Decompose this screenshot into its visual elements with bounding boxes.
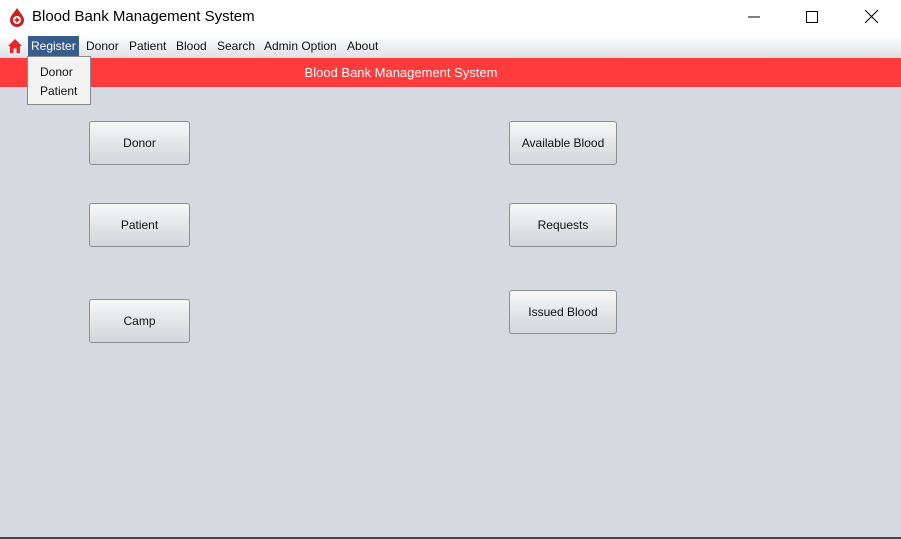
menu-register[interactable]: Register — [28, 36, 79, 56]
register-dropdown-menu: Donor Patient — [27, 56, 91, 105]
minimize-button[interactable] — [731, 0, 777, 33]
menu-about[interactable]: About — [344, 36, 381, 56]
header-banner: Blood Bank Management System — [0, 58, 901, 87]
home-icon[interactable] — [7, 38, 23, 54]
blood-drop-icon — [10, 8, 24, 27]
patient-button[interactable]: Patient — [89, 203, 190, 247]
banner-title: Blood Bank Management System — [304, 65, 498, 80]
donor-button[interactable]: Donor — [89, 121, 190, 165]
menu-blood[interactable]: Blood — [173, 36, 210, 56]
minimize-icon — [748, 16, 760, 17]
requests-button[interactable]: Requests — [509, 203, 617, 247]
camp-button[interactable]: Camp — [89, 299, 190, 343]
available-blood-button[interactable]: Available Blood — [509, 121, 617, 165]
close-button[interactable] — [848, 0, 894, 33]
menu-patient[interactable]: Patient — [126, 36, 169, 56]
title-bar: Blood Bank Management System — [0, 0, 901, 35]
menu-bar: Register Donor Patient Blood Search Admi… — [0, 35, 901, 57]
maximize-button[interactable] — [789, 0, 835, 33]
close-icon — [864, 10, 878, 23]
issued-blood-button[interactable]: Issued Blood — [509, 290, 617, 334]
dropdown-item-patient[interactable]: Patient — [40, 84, 77, 98]
menu-search[interactable]: Search — [214, 36, 258, 56]
menu-admin-option[interactable]: Admin Option — [261, 36, 340, 56]
menu-donor[interactable]: Donor — [83, 36, 122, 56]
maximize-icon — [806, 10, 818, 23]
dropdown-item-donor[interactable]: Donor — [40, 65, 73, 79]
window-title: Blood Bank Management System — [32, 8, 255, 25]
